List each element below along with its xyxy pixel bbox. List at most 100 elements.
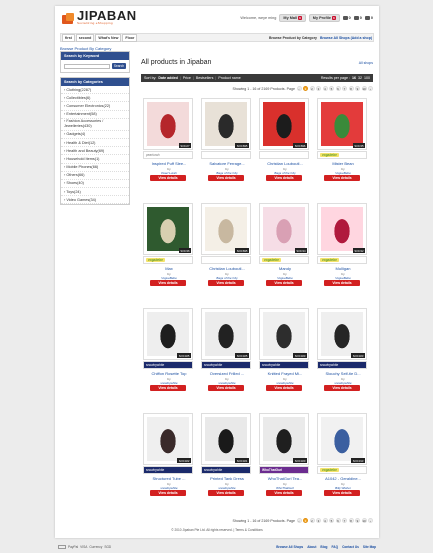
pager-page[interactable]: 1: [303, 86, 308, 91]
logo[interactable]: JIPABAN Socializing eShopping: [61, 9, 137, 25]
view-details-button[interactable]: View details: [266, 280, 302, 286]
view-details-button[interactable]: View details: [324, 385, 360, 391]
my-profile-button[interactable]: My Profile 0: [308, 14, 340, 22]
footer-link[interactable]: Blog: [320, 545, 327, 549]
product-name[interactable]: Inspired Puff Slee...: [141, 161, 197, 166]
product-shop[interactable]: snowbywhite: [141, 486, 197, 490]
category-item[interactable]: › Gadgets(4): [61, 131, 129, 139]
product-name[interactable]: Mister Bean: [315, 161, 371, 166]
category-item[interactable]: › Entertainment(58): [61, 111, 129, 119]
product-image[interactable]: SOC323: [259, 308, 309, 360]
sort-price[interactable]: Price: [183, 76, 191, 80]
results-100[interactable]: 100: [364, 76, 370, 80]
product-shop[interactable]: Bags of the City: [199, 276, 255, 280]
menu-first[interactable]: first: [62, 33, 75, 42]
product-shop[interactable]: Bags of the City: [199, 171, 255, 175]
product-shop[interactable]: VogueBebe: [257, 276, 313, 280]
footer-link[interactable]: FAQ: [332, 545, 339, 549]
category-item[interactable]: › Household Items(1): [61, 155, 129, 164]
category-item[interactable]: › Mobile Phones(66): [61, 164, 129, 172]
pager-page[interactable]: 8: [348, 86, 354, 91]
category-item[interactable]: › Toys(24): [61, 188, 129, 197]
footer-link[interactable]: Contact Us: [342, 545, 359, 549]
product-name[interactable]: Oversized Frilled ...: [199, 371, 255, 376]
all-shops-link[interactable]: All shops: [359, 61, 373, 65]
product-image[interactable]: SOC325: [143, 308, 193, 360]
sort-date-added[interactable]: Date added: [158, 76, 177, 80]
footer-link[interactable]: Site Map: [363, 545, 376, 549]
product-image[interactable]: SOC320: [259, 413, 309, 465]
view-details-button[interactable]: View details: [150, 385, 186, 391]
product-shop[interactable]: snowbywhite: [141, 381, 197, 385]
menu-whats-new[interactable]: What's New: [95, 33, 122, 42]
view-details-button[interactable]: View details: [324, 490, 360, 496]
pager-next[interactable]: ›: [368, 518, 373, 523]
product-image[interactable]: SOC325: [201, 308, 251, 360]
footer-link[interactable]: Browse All Shops: [276, 545, 303, 549]
product-name[interactable]: Mandy: [257, 266, 313, 271]
product-name[interactable]: Salvatore Ferrage...: [199, 161, 255, 166]
footer-link[interactable]: About: [307, 545, 316, 549]
sort-product-name[interactable]: Product name: [218, 76, 240, 80]
currency-value[interactable]: SGD: [104, 545, 111, 549]
view-details-button[interactable]: View details: [150, 490, 186, 496]
pager-page[interactable]: 10: [361, 518, 367, 523]
product-image[interactable]: SOC322: [143, 413, 193, 465]
pager-page[interactable]: 1: [303, 518, 308, 523]
category-item[interactable]: › Video Games(34): [61, 196, 129, 205]
cart-button-3[interactable]: 0: [364, 16, 373, 20]
product-name[interactable]: Knitted Frayed Mi...: [257, 371, 313, 376]
product-image[interactable]: SOC32: [317, 203, 367, 255]
pager-page[interactable]: 10: [361, 86, 367, 91]
product-name[interactable]: Printed Tank Dress: [199, 476, 255, 481]
view-details-button[interactable]: View details: [208, 280, 244, 286]
product-shop[interactable]: snowbywhite: [199, 381, 255, 385]
product-image[interactable]: SOC323: [317, 308, 367, 360]
view-details-button[interactable]: View details: [324, 280, 360, 286]
pager-prev[interactable]: ‹: [296, 86, 302, 91]
cart-button-1[interactable]: 0: [342, 16, 351, 20]
pager-page[interactable]: 5: [329, 86, 334, 91]
category-item[interactable]: › Shoes(40): [61, 180, 129, 189]
product-shop[interactable]: snowbywhite: [257, 381, 313, 385]
product-image[interactable]: SOC313: [317, 413, 367, 465]
product-name[interactable]: Christian Louboutl...: [257, 161, 313, 166]
product-image[interactable]: SOC696: [259, 98, 309, 150]
product-image[interactable]: SOC36: [143, 203, 193, 255]
product-shop[interactable]: VogueBebe: [315, 171, 371, 175]
view-details-button[interactable]: View details: [266, 385, 302, 391]
my-mall-button[interactable]: My Mall 0: [279, 14, 306, 22]
product-image[interactable]: SOC34: [259, 203, 309, 255]
sort-bestsellers[interactable]: Bestsellers: [196, 76, 214, 80]
product-image[interactable]: SOC695: [201, 203, 251, 255]
product-image[interactable]: SOC695: [201, 98, 251, 150]
product-shop[interactable]: WhoThatGurl: [257, 486, 313, 490]
category-item[interactable]: › Consumer Electronics(22): [61, 102, 129, 111]
product-name[interactable]: Max: [141, 266, 197, 271]
product-shop[interactable]: VogueBebe: [315, 276, 371, 280]
product-image[interactable]: SOC27: [143, 98, 193, 150]
category-item[interactable]: › Clothing(2287): [61, 86, 129, 95]
browse-shops-link[interactable]: Browse All Shops (Add a shop): [320, 36, 372, 40]
keyword-input[interactable]: [64, 63, 110, 69]
product-shop[interactable]: Pearl Lurah: [141, 171, 197, 175]
cart-button-2[interactable]: 0: [353, 16, 362, 20]
pager-page[interactable]: 7: [342, 518, 347, 523]
search-button[interactable]: Search: [111, 63, 126, 69]
view-details-button[interactable]: View details: [208, 490, 244, 496]
view-details-button[interactable]: View details: [150, 280, 186, 286]
category-item[interactable]: › Health & Diet(12): [61, 139, 129, 148]
product-shop[interactable]: Bags of the City: [257, 171, 313, 175]
pager-page[interactable]: 4: [322, 518, 328, 523]
category-item[interactable]: › Health and Beauty(69): [61, 147, 129, 156]
product-shop[interactable]: VogueBebe: [141, 276, 197, 280]
view-details-button[interactable]: View details: [324, 175, 360, 181]
menu-floor[interactable]: Floor: [122, 33, 138, 42]
view-details-button[interactable]: View details: [208, 175, 244, 181]
product-shop[interactable]: snowbywhite: [199, 486, 255, 490]
product-name[interactable]: Slouchy Self-tie D...: [315, 371, 371, 376]
category-item[interactable]: › Others(66): [61, 172, 129, 180]
results-32[interactable]: 32: [358, 76, 362, 80]
results-16[interactable]: 16: [352, 76, 356, 80]
product-name[interactable]: Structured Tube ...: [141, 476, 197, 481]
